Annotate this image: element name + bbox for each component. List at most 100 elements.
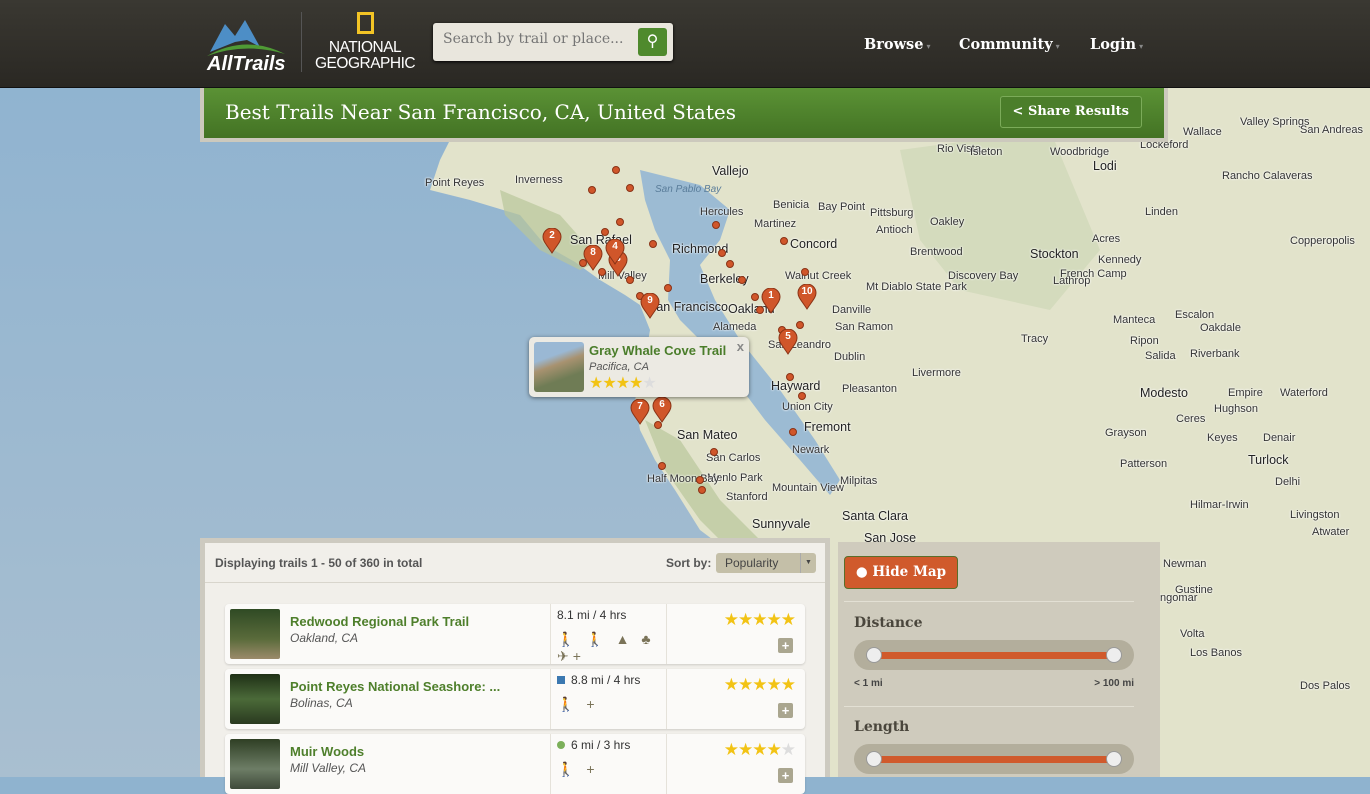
trail-thumbnail[interactable]: [230, 609, 280, 659]
map-place-label: Ingomar: [1157, 592, 1198, 604]
star-icon: ★: [723, 740, 739, 759]
trail-dot-marker[interactable]: [696, 476, 704, 484]
star-icon: ★: [723, 610, 739, 629]
trail-thumbnail[interactable]: [534, 342, 584, 392]
slider-handle-min[interactable]: [866, 751, 882, 767]
trail-dot-marker[interactable]: [798, 392, 806, 400]
trail-dot-marker[interactable]: [712, 221, 720, 229]
trail-list-item[interactable]: Redwood Regional Park Trail Oakland, CA 8.…: [225, 604, 805, 664]
trail-dot-marker[interactable]: [751, 293, 759, 301]
trail-stats: 8.8 mi / 4 hrs: [571, 673, 641, 687]
add-to-list-button[interactable]: +: [778, 703, 793, 718]
trail-list-item[interactable]: Muir Woods Mill Valley, CA 6 mi / 3 hrs 🚶 +…: [225, 734, 805, 794]
trail-pin-marker[interactable]: 8: [583, 244, 603, 271]
trail-dot-marker[interactable]: [698, 486, 706, 494]
popup-rating: ★★★★★: [589, 373, 657, 393]
map-popup[interactable]: Gray Whale Cove Trail Pacifica, CA ★★★★★…: [529, 337, 749, 397]
trail-name[interactable]: Muir Woods: [290, 744, 364, 759]
map-place-label: Empire: [1228, 387, 1263, 399]
trail-dot-marker[interactable]: [801, 268, 809, 276]
trail-dot-marker[interactable]: [789, 428, 797, 436]
chevron-down-icon: ▼: [800, 553, 816, 573]
map-place-label: Tracy: [1021, 333, 1049, 345]
trail-dot-marker[interactable]: [626, 184, 634, 192]
trail-thumbnail[interactable]: [230, 674, 280, 724]
trail-dot-marker[interactable]: [710, 448, 718, 456]
map-place-label: Patterson: [1120, 458, 1168, 470]
distance-slider[interactable]: [854, 640, 1134, 670]
close-icon[interactable]: x: [737, 339, 744, 354]
map-place-label: Rancho Calaveras: [1222, 170, 1313, 182]
star-icon: ★: [642, 375, 656, 392]
trail-pin-marker[interactable]: 6: [652, 396, 672, 423]
hide-map-button[interactable]: ● Hide Map: [844, 556, 958, 589]
star-icon: ★: [738, 740, 753, 759]
map-place-label: Newman: [1163, 558, 1207, 570]
divider: [844, 601, 1134, 602]
difficulty-easy-icon: [557, 741, 565, 749]
add-to-list-button[interactable]: +: [778, 768, 793, 783]
map-pin-icon: ●: [855, 564, 868, 580]
map-place-label: Livermore: [912, 367, 961, 379]
map-place-label: Salida: [1145, 350, 1176, 362]
trail-dot-marker[interactable]: [718, 249, 726, 257]
sort-select[interactable]: Popularity ▼: [716, 553, 816, 573]
length-label: Length: [854, 719, 910, 735]
map-place-label: Pleasanton: [842, 383, 898, 395]
nav-browse[interactable]: Browse ▾: [864, 36, 930, 53]
trail-dot-marker[interactable]: [626, 276, 634, 284]
map-place-label: Linden: [1145, 206, 1179, 218]
trail-dot-marker[interactable]: [612, 166, 620, 174]
trail-dot-marker[interactable]: [796, 321, 804, 329]
map-place-label: Waterford: [1280, 387, 1328, 399]
trail-dot-marker[interactable]: [601, 228, 609, 236]
length-slider[interactable]: [854, 744, 1134, 774]
share-results-button[interactable]: < Share Results: [999, 96, 1142, 128]
trail-pin-marker[interactable]: 2: [542, 227, 562, 254]
results-title-bar: Best Trails Near San Francisco, CA, Unit…: [200, 88, 1168, 142]
alltrails-logo[interactable]: AllTrails: [205, 12, 290, 76]
star-icon: ★: [723, 675, 739, 694]
trail-dot-marker[interactable]: [664, 284, 672, 292]
trail-dot-marker[interactable]: [780, 237, 788, 245]
trail-dot-marker[interactable]: [649, 240, 657, 248]
map-place-label: Antioch: [876, 224, 913, 236]
trail-pin-marker[interactable]: 5: [778, 328, 798, 355]
trail-list-item[interactable]: Point Reyes National Seashore: ... Bolina…: [225, 669, 805, 729]
natgeo-logo[interactable]: NATIONAL GEOGRAPHIC: [315, 12, 416, 72]
search-button[interactable]: ⚲: [638, 28, 667, 56]
trail-dot-marker[interactable]: [616, 218, 624, 226]
trail-name[interactable]: Point Reyes National Seashore: ...: [290, 679, 500, 694]
divider: [844, 706, 1134, 707]
slider-handle-max[interactable]: [1106, 647, 1122, 663]
map-place-label: Modesto: [1140, 386, 1188, 400]
trail-thumbnail[interactable]: [230, 739, 280, 789]
trail-dot-marker[interactable]: [738, 276, 746, 284]
slider-handle-max[interactable]: [1106, 751, 1122, 767]
marker-number: 9: [647, 295, 653, 306]
map-place-label: Brentwood: [910, 246, 963, 258]
map-place-label: Mountain View: [772, 482, 844, 494]
trail-name[interactable]: Redwood Regional Park Trail: [290, 614, 469, 629]
results-count: Displaying trails 1 - 50 of 360 in total: [215, 556, 423, 570]
nav-login[interactable]: Login ▾: [1090, 36, 1143, 53]
trail-pin-marker[interactable]: 1: [761, 287, 781, 314]
star-icon: ★: [589, 375, 603, 392]
trail-pin-marker[interactable]: 10: [797, 283, 817, 310]
map-place-label: Point Reyes: [425, 177, 485, 189]
add-to-list-button[interactable]: +: [778, 638, 793, 653]
trail-location: Bolinas, CA: [290, 696, 353, 710]
trail-dot-marker[interactable]: [786, 373, 794, 381]
trail-dot-marker[interactable]: [588, 186, 596, 194]
search-input[interactable]: [443, 31, 628, 47]
trail-pin-marker[interactable]: 9: [640, 292, 660, 319]
trail-dot-marker[interactable]: [726, 260, 734, 268]
slider-handle-min[interactable]: [866, 647, 882, 663]
map-place-label: Inverness: [515, 174, 563, 186]
trail-dot-marker[interactable]: [658, 462, 666, 470]
trail-pin-marker[interactable]: 4: [605, 238, 625, 265]
star-icon: ★: [780, 740, 796, 759]
nav-community[interactable]: Community ▾: [959, 36, 1060, 53]
trail-pin-marker[interactable]: 7: [630, 398, 650, 425]
popup-trail-name[interactable]: Gray Whale Cove Trail: [589, 343, 726, 358]
